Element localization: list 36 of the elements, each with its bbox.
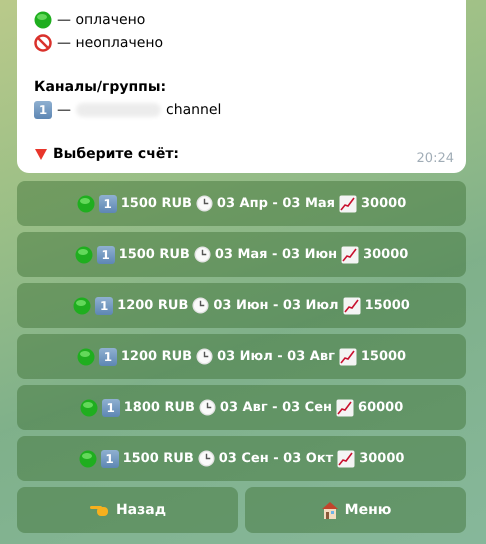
back-button[interactable]: Назад xyxy=(17,487,238,533)
invoice-button[interactable]: 1 1500 RUB 03 Мая - 03 Июн 30000 xyxy=(17,232,466,277)
keycap-icon: 1 xyxy=(98,194,117,212)
chart-increasing-icon xyxy=(336,398,354,416)
menu-button[interactable]: Меню xyxy=(245,487,466,533)
chart-increasing-icon xyxy=(339,194,358,212)
keycap-icon: 1 xyxy=(102,398,120,416)
house-icon xyxy=(320,500,340,520)
dash-text: — xyxy=(57,102,71,118)
legend-text: — неоплачено xyxy=(57,34,164,50)
chart-increasing-icon xyxy=(338,348,357,366)
chart-increasing-icon xyxy=(341,246,360,264)
invoice-button[interactable]: 1 1200 RUB 03 Июл - 03 Авг 15000 xyxy=(17,334,466,379)
keycap-icon: 1 xyxy=(96,246,115,264)
clock-icon xyxy=(192,297,210,314)
down-triangle-icon xyxy=(34,146,48,160)
channel-name: channel xyxy=(166,102,222,118)
clock-icon xyxy=(196,348,214,365)
chart-increasing-icon xyxy=(342,296,361,314)
prompt-text: Выберите счёт: xyxy=(53,146,180,162)
clock-icon xyxy=(194,246,211,263)
channels-heading: Каналы/группы: xyxy=(34,78,166,94)
keycap-icon: 1 xyxy=(98,348,117,366)
invoice-button[interactable]: 1 1800 RUB 03 Авг - 03 Сен 60000 xyxy=(17,385,466,430)
clock-icon xyxy=(196,195,213,212)
clock-icon xyxy=(198,399,216,416)
invoice-button[interactable]: 1 1500 RUB 03 Апр - 03 Мая 30000 xyxy=(17,181,466,226)
invoice-button[interactable]: 1 1500 RUB 03 Сен - 03 Окт 30000 xyxy=(17,436,466,481)
clock-icon xyxy=(198,450,215,467)
keycap-icon: 1 xyxy=(95,296,114,314)
keycap-icon: 1 xyxy=(34,100,52,118)
legend-text: — оплачено xyxy=(57,12,146,28)
chart-increasing-icon xyxy=(337,450,356,468)
message-time: 20:24 xyxy=(416,151,454,166)
invoice-button[interactable]: 1 1200 RUB 03 Июн - 03 Июл 15000 xyxy=(17,283,466,328)
keycap-icon: 1 xyxy=(100,450,119,468)
